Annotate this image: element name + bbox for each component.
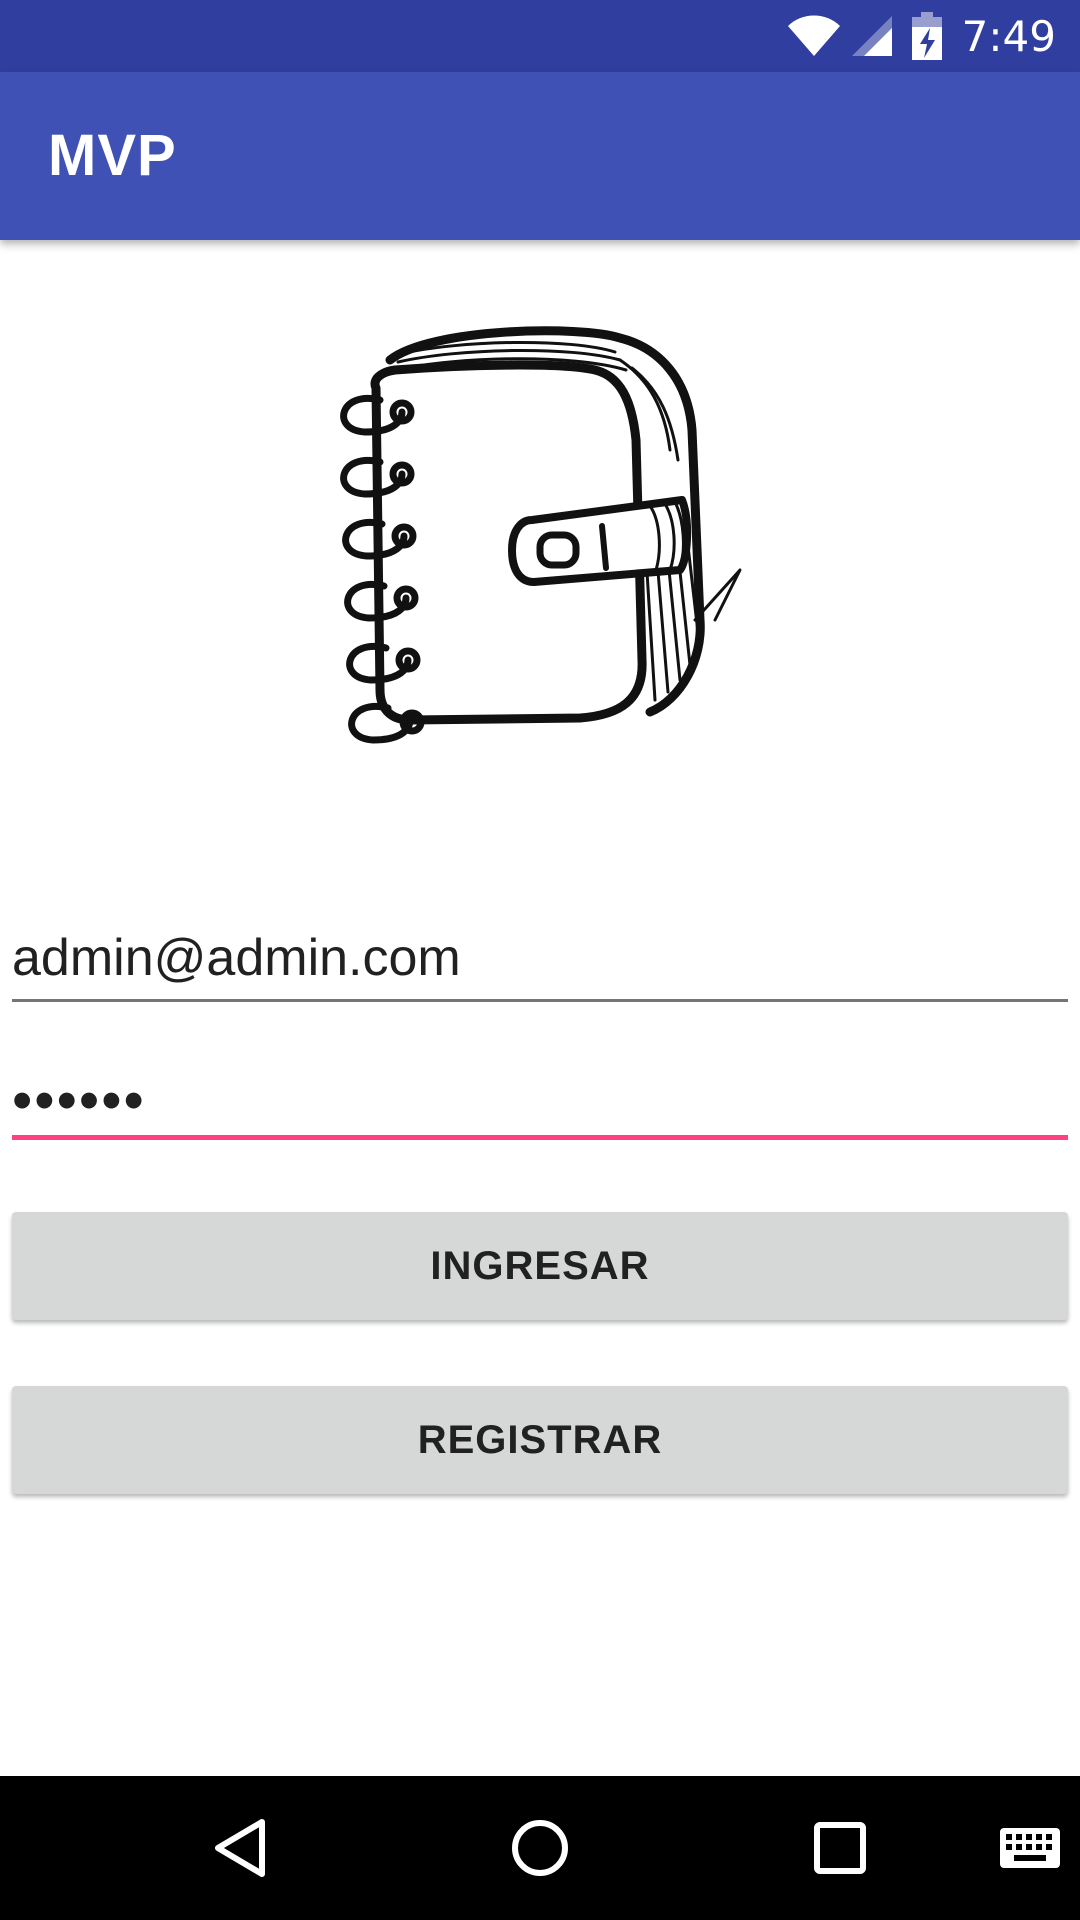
status-time: 7:49 bbox=[961, 11, 1056, 61]
recents-icon[interactable] bbox=[790, 1776, 890, 1920]
email-field[interactable]: admin@admin.com bbox=[12, 922, 1068, 1002]
registrar-button[interactable]: REGISTRAR bbox=[12, 1386, 1068, 1494]
password-value: •••••• bbox=[12, 1068, 146, 1133]
ingresar-button[interactable]: INGRESAR bbox=[12, 1212, 1068, 1320]
status-bar: 7:49 bbox=[0, 0, 1080, 72]
navigation-bar bbox=[0, 1776, 1080, 1920]
email-value: admin@admin.com bbox=[12, 929, 461, 987]
battery-charging-icon bbox=[911, 12, 942, 60]
app-title: MVP bbox=[48, 123, 177, 188]
email-underline bbox=[12, 999, 1068, 1002]
keyboard-icon[interactable] bbox=[980, 1776, 1080, 1920]
wifi-icon bbox=[786, 14, 842, 58]
app-bar: MVP bbox=[0, 72, 1080, 240]
back-icon[interactable] bbox=[190, 1776, 290, 1920]
status-icons: 7:49 bbox=[786, 0, 1056, 72]
password-field[interactable]: •••••• bbox=[12, 1060, 1068, 1140]
home-icon[interactable] bbox=[490, 1776, 590, 1920]
cell-signal-icon bbox=[850, 14, 894, 58]
password-underline bbox=[12, 1135, 1068, 1140]
notebook-icon bbox=[320, 320, 760, 770]
